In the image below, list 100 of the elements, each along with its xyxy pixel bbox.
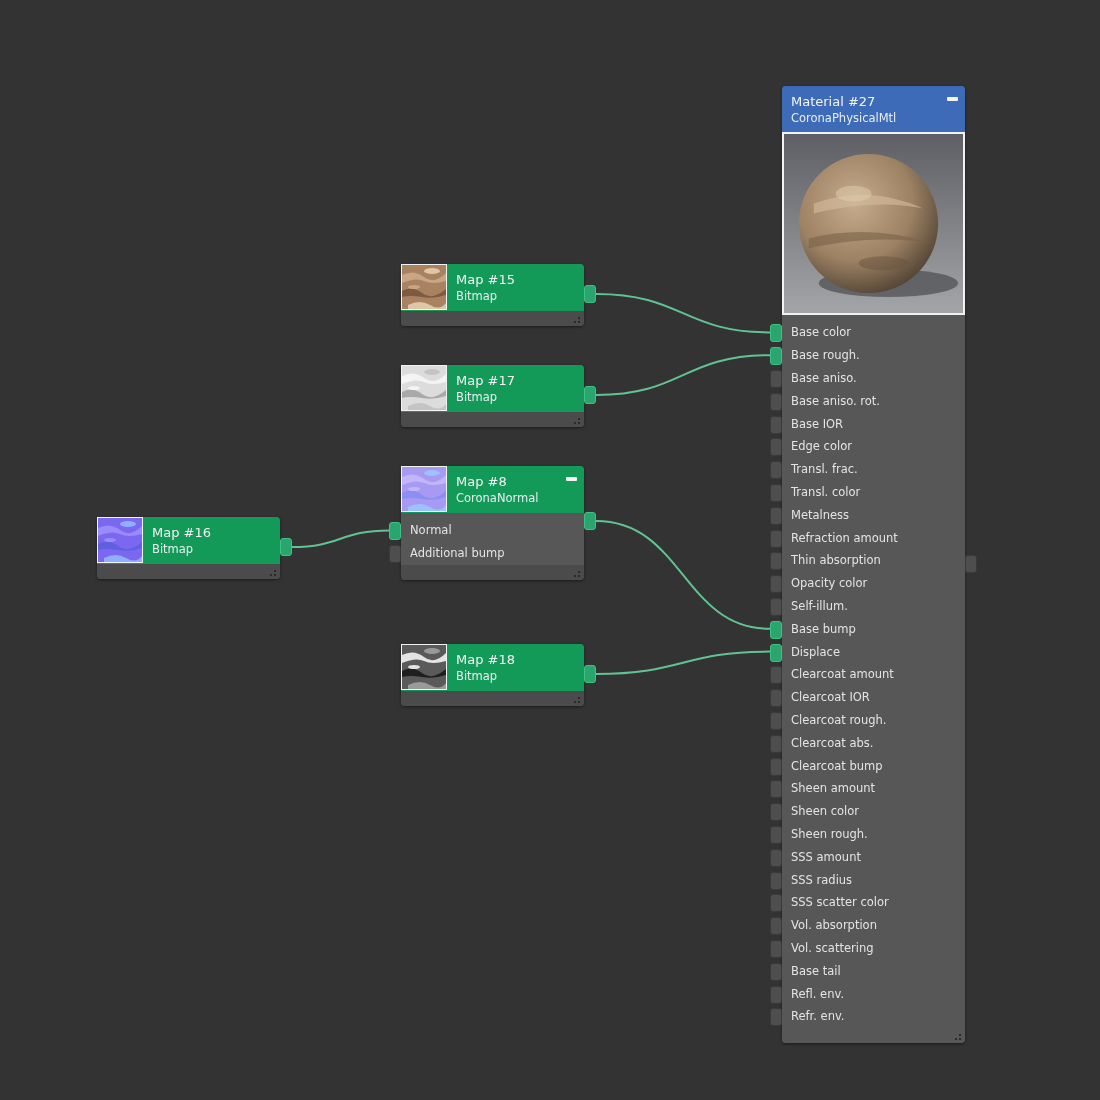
input-label: Displace: [791, 644, 840, 659]
input-socket[interactable]: [389, 522, 401, 541]
output-socket[interactable]: [280, 538, 292, 556]
minimize-icon[interactable]: [566, 477, 577, 481]
input-label: Additional bump: [410, 546, 505, 561]
input-socket[interactable]: [770, 598, 782, 616]
node-panel[interactable]: Map #17 Bitmap: [401, 365, 584, 427]
input-label: Refraction amount: [791, 530, 898, 545]
input-socket[interactable]: [770, 803, 782, 822]
input-label: Clearcoat rough.: [791, 712, 887, 727]
input-socket[interactable]: [770, 461, 782, 480]
input-socket[interactable]: [770, 871, 782, 890]
resize-grip-icon[interactable]: [574, 317, 581, 324]
node-header[interactable]: Map #15 Bitmap: [401, 264, 584, 311]
node-title: Map #8: [456, 474, 508, 489]
input-socket[interactable]: [770, 940, 782, 958]
node-type: Bitmap: [456, 390, 499, 404]
node-title: Map #15: [456, 272, 515, 287]
input-label: Clearcoat abs.: [791, 735, 874, 750]
input-socket[interactable]: [770, 734, 782, 753]
input-socket[interactable]: [770, 985, 782, 1004]
input-label: Transl. color: [791, 484, 861, 499]
node-type: Bitmap: [456, 669, 499, 683]
input-socket[interactable]: [770, 347, 782, 366]
input-label: Self-illum.: [791, 598, 848, 613]
input-label: Thin absorption: [791, 553, 881, 568]
resize-grip-icon[interactable]: [574, 418, 581, 425]
node-header[interactable]: Map #17 Bitmap: [401, 365, 584, 412]
input-socket[interactable]: [389, 545, 401, 564]
input-socket[interactable]: [770, 370, 782, 388]
node-header[interactable]: Map #18 Bitmap: [401, 644, 584, 691]
node-header[interactable]: Map #8 CoronaNormal: [401, 466, 584, 513]
input-label: Base aniso. rot.: [791, 393, 880, 408]
input-socket[interactable]: [770, 917, 782, 936]
node-header[interactable]: Material #27 CoronaPhysicalMtl: [782, 86, 965, 132]
input-label: Base aniso.: [791, 371, 857, 385]
resize-grip-icon[interactable]: [270, 570, 277, 577]
input-socket[interactable]: [770, 552, 782, 571]
input-socket[interactable]: [770, 529, 782, 548]
input-socket[interactable]: [770, 962, 782, 981]
input-label: Refr. env.: [791, 1009, 845, 1024]
input-label: SSS radius: [791, 872, 853, 887]
input-label: Edge color: [791, 439, 852, 454]
input-label: Clearcoat bump: [791, 758, 883, 773]
output-socket[interactable]: [965, 555, 977, 574]
input-label: Vol. absorption: [791, 918, 877, 933]
input-label: SSS amount: [791, 849, 861, 864]
input-socket[interactable]: [770, 780, 782, 799]
input-socket[interactable]: [770, 712, 782, 730]
input-label: Clearcoat amount: [791, 667, 894, 682]
node-title: Map #18: [456, 652, 515, 667]
input-socket[interactable]: [770, 848, 782, 867]
input-label: Sheen color: [791, 804, 859, 819]
input-label: Sheen amount: [791, 781, 876, 796]
input-socket[interactable]: [770, 324, 782, 343]
node-panel[interactable]: Map #8 CoronaNormal Normal Additional bump: [401, 466, 584, 580]
node-title: Material #27: [791, 93, 877, 109]
input-socket[interactable]: [770, 757, 782, 776]
input-label: Transl. frac.: [791, 462, 858, 477]
input-socket[interactable]: [770, 415, 782, 434]
input-label: SSS scatter color: [791, 895, 889, 910]
node-panel[interactable]: Map #18 Bitmap: [401, 644, 584, 706]
input-socket[interactable]: [770, 1008, 782, 1027]
input-label: Vol. scattering: [791, 940, 874, 955]
input-socket[interactable]: [770, 392, 782, 411]
node-type: Bitmap: [152, 542, 195, 556]
input-socket[interactable]: [770, 666, 782, 685]
node-type: Bitmap: [456, 289, 499, 303]
input-socket[interactable]: [770, 826, 782, 844]
node-title: Map #17: [456, 373, 515, 388]
resize-grip-icon[interactable]: [955, 1033, 962, 1041]
node-panel[interactable]: Map #16 Bitmap: [97, 517, 280, 579]
input-label: Normal: [410, 523, 452, 538]
input-socket[interactable]: [770, 689, 782, 708]
input-socket[interactable]: [770, 484, 782, 502]
input-socket[interactable]: [770, 575, 782, 594]
output-socket[interactable]: [584, 285, 596, 303]
input-socket[interactable]: [770, 438, 782, 457]
output-socket[interactable]: [584, 512, 596, 530]
input-label: Base tail: [791, 963, 841, 978]
input-label: Base rough.: [791, 348, 860, 363]
node-header[interactable]: Map #16 Bitmap: [97, 517, 280, 564]
input-socket[interactable]: [770, 620, 782, 639]
input-label: Metalness: [791, 507, 850, 522]
input-socket[interactable]: [770, 506, 782, 525]
node-panel[interactable]: [782, 86, 965, 1043]
input-label: Refl. env.: [791, 986, 845, 1001]
input-label: Base bump: [791, 621, 856, 636]
resize-grip-icon[interactable]: [574, 697, 581, 704]
input-socket[interactable]: [770, 643, 782, 662]
node-title: Map #16: [152, 525, 211, 540]
input-label: Opacity color: [791, 576, 868, 591]
input-label: Base color: [791, 325, 851, 340]
node-type: CoronaPhysicalMtl: [791, 110, 897, 125]
output-socket[interactable]: [584, 386, 596, 404]
node-panel[interactable]: Map #15 Bitmap: [401, 264, 584, 326]
resize-grip-icon[interactable]: [574, 570, 581, 578]
input-socket[interactable]: [770, 894, 782, 913]
output-socket[interactable]: [584, 665, 596, 683]
minimize-icon[interactable]: [947, 97, 958, 101]
